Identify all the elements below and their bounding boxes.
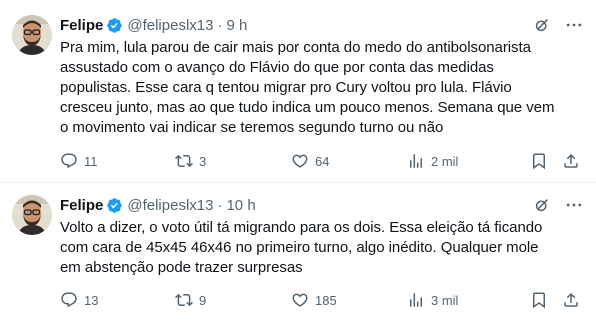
header-actions — [532, 195, 584, 215]
bookmark-icon — [533, 153, 545, 170]
avatar-image — [12, 195, 52, 235]
tweet-text: Volto a dizer, o voto útil tá migrando p… — [60, 219, 543, 276]
grok-icon[interactable] — [532, 15, 552, 35]
author-name[interactable]: Felipe — [60, 17, 103, 34]
bookmark-button[interactable] — [530, 291, 548, 309]
verified-badge-icon — [107, 197, 123, 213]
share-button[interactable] — [562, 152, 580, 170]
reply-icon — [61, 292, 77, 308]
like-button[interactable]: 185 — [291, 291, 337, 309]
like-count: 64 — [315, 153, 330, 169]
like-button[interactable]: 64 — [291, 152, 329, 170]
views-count: 2 mil — [431, 153, 459, 169]
tweet-actions: 13 9 185 3 mil — [60, 290, 584, 310]
tweet-timestamp[interactable]: 10 h — [226, 197, 255, 214]
reply-count: 11 — [84, 153, 98, 169]
tweet-actions: 11 3 64 2 mil — [60, 151, 584, 171]
author-handle[interactable]: @felipeslx13 — [127, 197, 213, 214]
author-handle[interactable]: @felipeslx13 — [127, 17, 213, 34]
repost-icon — [175, 293, 193, 307]
views-count: 3 mil — [431, 292, 459, 308]
tweet-text: Pra mim, lula parou de cair mais por con… — [60, 39, 555, 136]
verified-badge-icon — [107, 17, 123, 33]
avatar[interactable] — [12, 195, 52, 235]
header-actions — [532, 15, 584, 35]
tweet-timestamp[interactable]: 9 h — [226, 17, 247, 34]
tweet[interactable]: Felipe @felipeslx13 · 10 h Volto a dizer… — [0, 182, 596, 321]
bookmark-icon — [533, 292, 545, 309]
repost-count: 3 — [199, 153, 207, 169]
tweet-header: Felipe @felipeslx13 · 10 h — [60, 195, 584, 215]
bookmark-button[interactable] — [530, 152, 548, 170]
grok-icon[interactable] — [532, 195, 552, 215]
heart-icon — [292, 154, 308, 168]
author-name[interactable]: Felipe — [60, 197, 103, 214]
repost-icon — [175, 154, 193, 168]
repost-button[interactable]: 3 — [175, 152, 206, 170]
more-options-icon[interactable] — [564, 195, 584, 215]
timeline: Felipe @felipeslx13 · 9 h Pra mim, lula … — [0, 0, 596, 321]
more-options-icon[interactable] — [564, 15, 584, 35]
reply-button[interactable]: 13 — [60, 291, 98, 309]
views-button[interactable]: 3 mil — [407, 291, 458, 309]
reply-count: 13 — [84, 292, 99, 308]
tweet[interactable]: Felipe @felipeslx13 · 9 h Pra mim, lula … — [0, 0, 596, 182]
repost-count: 9 — [199, 292, 207, 308]
like-count: 185 — [315, 292, 337, 308]
share-icon — [564, 153, 578, 168]
views-chart-icon — [410, 293, 422, 307]
share-icon — [564, 292, 578, 307]
share-button[interactable] — [562, 291, 580, 309]
avatar[interactable] — [12, 15, 52, 55]
repost-button[interactable]: 9 — [175, 291, 206, 309]
heart-icon — [292, 293, 308, 307]
views-chart-icon — [410, 154, 422, 168]
header-separator: · — [217, 16, 223, 34]
avatar-image — [12, 15, 52, 55]
tweet-header: Felipe @felipeslx13 · 9 h — [60, 15, 584, 35]
header-separator: · — [217, 196, 223, 214]
reply-icon — [61, 153, 77, 169]
views-button[interactable]: 2 mil — [407, 152, 458, 170]
reply-button[interactable]: 11 — [60, 152, 98, 170]
